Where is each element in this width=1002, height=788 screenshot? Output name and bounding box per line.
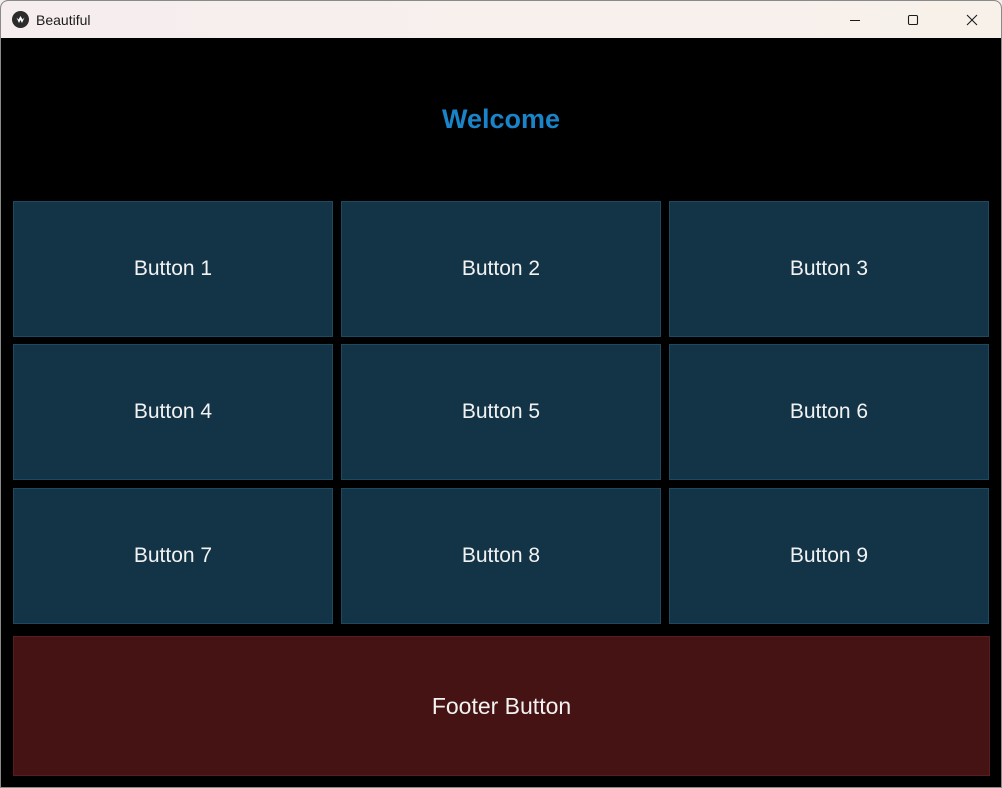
button-8[interactable]: Button 8 [341, 488, 661, 624]
window-title: Beautiful [36, 12, 91, 28]
maximize-button[interactable] [884, 1, 942, 38]
button-3[interactable]: Button 3 [669, 201, 989, 337]
welcome-heading: Welcome [441, 104, 561, 134]
kivy-icon [12, 11, 29, 28]
app-window: Beautiful Welcome Button 1 Button 2 Butt… [0, 0, 1002, 788]
button-4[interactable]: Button 4 [13, 344, 333, 480]
button-9[interactable]: Button 9 [669, 488, 989, 624]
minimize-icon [850, 19, 860, 21]
button-7[interactable]: Button 7 [13, 488, 333, 624]
button-1[interactable]: Button 1 [13, 201, 333, 337]
footer-button[interactable]: Footer Button [13, 636, 990, 776]
title-bar[interactable]: Beautiful [1, 1, 1001, 38]
close-icon [966, 14, 978, 25]
main-content: Welcome Button 1 Button 2 Button 3 Butto… [1, 38, 1001, 787]
minimize-button[interactable] [826, 1, 884, 38]
button-6[interactable]: Button 6 [669, 344, 989, 480]
button-5[interactable]: Button 5 [341, 344, 661, 480]
maximize-icon [907, 14, 919, 25]
button-2[interactable]: Button 2 [341, 201, 661, 337]
close-button[interactable] [943, 1, 1001, 38]
